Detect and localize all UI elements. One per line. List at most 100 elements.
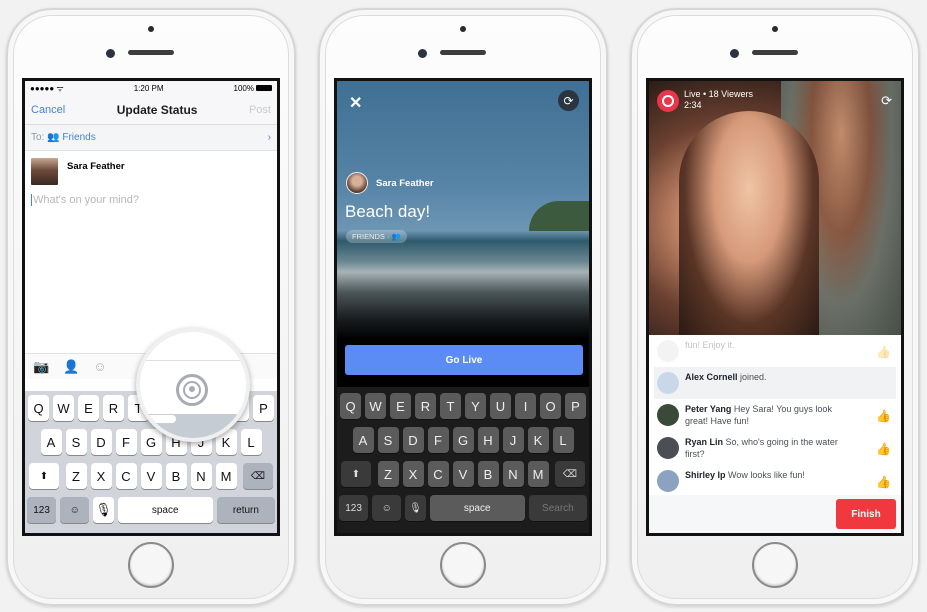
key-y[interactable]: Y xyxy=(465,393,486,419)
shift-key[interactable]: ⬆ xyxy=(341,461,371,487)
audience-prefix: To: xyxy=(31,132,45,143)
emoji-key[interactable]: ☺ xyxy=(60,497,90,523)
key-b[interactable]: B xyxy=(165,463,187,489)
search-key[interactable]: Search xyxy=(528,495,588,521)
key-n[interactable]: N xyxy=(502,461,524,487)
comment-text: Peter Yang Hey Sara! You guys look great… xyxy=(685,404,855,427)
comment-body: fun! Enjoy it. xyxy=(685,340,735,350)
key-g[interactable]: G xyxy=(452,427,474,453)
key-d[interactable]: D xyxy=(402,427,424,453)
like-icon[interactable]: 👍 xyxy=(876,475,891,489)
front-sensor xyxy=(148,26,154,32)
like-icon[interactable]: 👍 xyxy=(876,409,891,423)
key-e[interactable]: E xyxy=(390,393,411,419)
avatar xyxy=(31,158,58,185)
audience-selector[interactable]: To: 👥 Friends › xyxy=(25,125,277,151)
battery-indicator: 100% xyxy=(234,84,272,93)
home-button[interactable] xyxy=(440,542,486,588)
key-q[interactable]: Q xyxy=(340,393,361,419)
key-j[interactable]: J xyxy=(502,427,524,453)
key-v[interactable]: V xyxy=(140,463,162,489)
like-icon[interactable]: 👍 xyxy=(876,442,891,456)
front-camera xyxy=(730,49,739,58)
commenter-name: Shirley Ip xyxy=(685,470,726,480)
viewer-count: Live • 18 Viewers xyxy=(684,89,754,99)
key-z[interactable]: Z xyxy=(65,463,87,489)
key-v[interactable]: V xyxy=(452,461,474,487)
key-a[interactable]: A xyxy=(40,429,62,455)
key-w[interactable]: W xyxy=(365,393,386,419)
cancel-button[interactable]: Cancel xyxy=(31,104,65,116)
finish-button[interactable]: Finish xyxy=(836,499,896,529)
screen: Live • 18 Viewers 2:34 ⟳ fun! Enjoy it. 👍… xyxy=(646,78,904,536)
comment-item: fun! Enjoy it. 👍 xyxy=(649,335,901,367)
numbers-key[interactable]: 123 xyxy=(339,495,369,521)
numbers-key[interactable]: 123 xyxy=(27,497,57,523)
key-n[interactable]: N xyxy=(190,463,212,489)
comment-body: Wow looks like fun! xyxy=(728,470,805,480)
broadcast-description[interactable]: Beach day! xyxy=(345,202,430,222)
key-e[interactable]: E xyxy=(78,395,99,421)
key-c[interactable]: C xyxy=(115,463,137,489)
live-video-icon[interactable] xyxy=(176,374,208,406)
mic-key[interactable]: 🎙 xyxy=(405,495,426,521)
screen: ✕ ⟳ Sara Feather Beach day! FRIENDS · 👥 … xyxy=(334,78,592,536)
key-x[interactable]: X xyxy=(402,461,424,487)
emoji-key[interactable]: ☺ xyxy=(372,495,402,521)
key-s[interactable]: S xyxy=(377,427,399,453)
key-r[interactable]: R xyxy=(415,393,436,419)
shift-key[interactable]: ⬆ xyxy=(29,463,59,489)
flip-camera-icon[interactable]: ⟳ xyxy=(558,90,579,111)
friends-icon: 👥 xyxy=(47,132,60,143)
delete-key[interactable]: ⌫ xyxy=(243,463,273,489)
key-q[interactable]: Q xyxy=(28,395,49,421)
post-button[interactable]: Post xyxy=(249,104,271,116)
key-x[interactable]: X xyxy=(90,463,112,489)
comment-list[interactable]: fun! Enjoy it. 👍 Alex Cornell joined. Peter… xyxy=(649,335,901,497)
flip-camera-icon[interactable]: ⟳ xyxy=(881,93,892,109)
key-d[interactable]: D xyxy=(90,429,112,455)
audience-pill[interactable]: FRIENDS · 👥 xyxy=(346,230,407,243)
key-f[interactable]: F xyxy=(427,427,449,453)
key-i[interactable]: I xyxy=(515,393,536,419)
key-m[interactable]: M xyxy=(215,463,237,489)
author-name: Sara Feather xyxy=(67,161,125,172)
mic-key[interactable]: 🎙 xyxy=(93,497,114,523)
broadcast-duration: 2:34 xyxy=(684,100,702,110)
delete-key[interactable]: ⌫ xyxy=(555,461,585,487)
key-z[interactable]: Z xyxy=(377,461,399,487)
key-c[interactable]: C xyxy=(427,461,449,487)
status-input[interactable]: What's on your mind? xyxy=(31,194,277,206)
like-icon[interactable]: 👍 xyxy=(876,345,891,359)
front-camera xyxy=(418,49,427,58)
battery-icon xyxy=(255,85,272,92)
key-m[interactable]: M xyxy=(527,461,549,487)
key-l[interactable]: L xyxy=(552,427,574,453)
tag-people-icon[interactable]: 👤 xyxy=(63,359,79,375)
key-o[interactable]: O xyxy=(540,393,561,419)
home-button[interactable] xyxy=(752,542,798,588)
phone-update-status: ●●●●● ᯤ 1:20 PM 100% Cancel Update Statu… xyxy=(6,8,296,606)
return-key[interactable]: return xyxy=(216,497,276,523)
key-b[interactable]: B xyxy=(477,461,499,487)
key-t[interactable]: T xyxy=(440,393,461,419)
author-name: Sara Feather xyxy=(376,177,434,189)
key-r[interactable]: R xyxy=(103,395,124,421)
key-u[interactable]: U xyxy=(490,393,511,419)
key-f[interactable]: F xyxy=(115,429,137,455)
space-key[interactable]: space xyxy=(117,497,213,523)
key-a[interactable]: A xyxy=(352,427,374,453)
key-w[interactable]: W xyxy=(53,395,74,421)
key-s[interactable]: S xyxy=(65,429,87,455)
page-title: Update Status xyxy=(116,102,198,117)
space-key[interactable]: space xyxy=(429,495,525,521)
key-p[interactable]: P xyxy=(253,395,274,421)
key-h[interactable]: H xyxy=(477,427,499,453)
emoji-icon[interactable]: ☺ xyxy=(93,359,106,374)
go-live-button[interactable]: Go Live xyxy=(345,345,583,375)
camera-icon[interactable]: 📷 xyxy=(33,359,49,375)
key-p[interactable]: P xyxy=(565,393,586,419)
close-icon[interactable]: ✕ xyxy=(349,93,362,113)
home-button[interactable] xyxy=(128,542,174,588)
key-k[interactable]: K xyxy=(527,427,549,453)
